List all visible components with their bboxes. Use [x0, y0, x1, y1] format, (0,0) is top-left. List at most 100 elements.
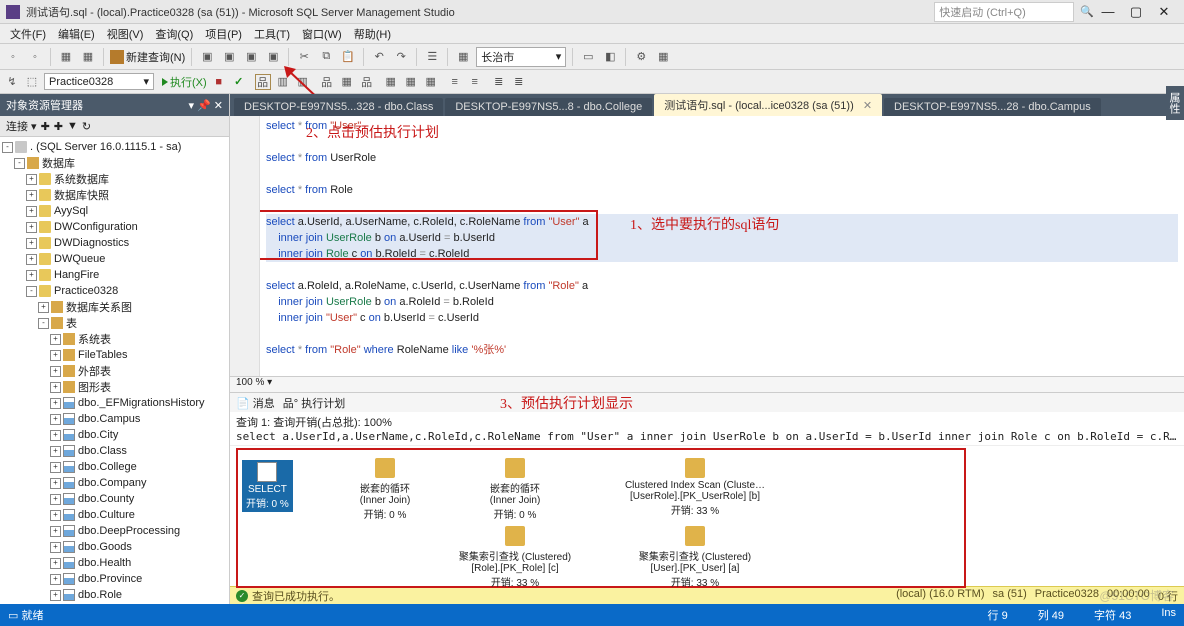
- tree-node[interactable]: +dbo.Slaughter: [0, 603, 229, 604]
- tree-node[interactable]: +dbo.Culture: [0, 507, 229, 523]
- tb-icon[interactable]: ▦: [57, 48, 75, 66]
- redo-icon[interactable]: ↷: [392, 48, 410, 66]
- stop-icon[interactable]: ■: [211, 74, 227, 90]
- tb-icon[interactable]: 品: [359, 74, 375, 90]
- tb-icon[interactable]: ▣: [242, 48, 260, 66]
- tree-node[interactable]: -. (SQL Server 16.0.1115.1 - sa): [0, 139, 229, 155]
- database-select[interactable]: Practice0328▾: [44, 73, 154, 90]
- estimated-plan-button[interactable]: 品: [255, 74, 271, 90]
- tree-node[interactable]: +DWConfiguration: [0, 219, 229, 235]
- document-tab[interactable]: 测试语句.sql - (local...ice0328 (sa (51)) ✕: [654, 94, 882, 116]
- tree-node[interactable]: +系统表: [0, 331, 229, 347]
- copy-icon[interactable]: ⧉: [317, 48, 335, 66]
- plan-node-seek1[interactable]: 聚集索引查找 (Clustered)[Role].[PK_Role] [c]开销…: [430, 526, 600, 589]
- minimize-button[interactable]: —: [1094, 4, 1122, 19]
- tb-icon[interactable]: ▼: [67, 120, 78, 132]
- tb-icon[interactable]: ▦: [423, 74, 439, 90]
- plan-tab[interactable]: 品° 执行计划: [283, 395, 345, 411]
- sql-editor[interactable]: select * from "User" select * from UserR…: [230, 116, 1184, 376]
- tb-icon[interactable]: ⬚: [24, 74, 40, 90]
- plan-node-loop2[interactable]: 嵌套的循环(Inner Join)开销: 0 %: [430, 458, 600, 521]
- paste-icon[interactable]: 📋: [339, 48, 357, 66]
- menu-project[interactable]: 项目(P): [199, 26, 248, 42]
- tb-icon[interactable]: ↻: [82, 120, 91, 133]
- tree-node[interactable]: +dbo.Class: [0, 443, 229, 459]
- tree-node[interactable]: +dbo.City: [0, 427, 229, 443]
- document-tab[interactable]: DESKTOP-E997NS5...28 - dbo.Campus: [884, 98, 1101, 116]
- connect-dropdown[interactable]: 连接 ▾: [6, 118, 37, 134]
- menu-file[interactable]: 文件(F): [4, 26, 52, 42]
- tree-node[interactable]: +FileTables: [0, 347, 229, 363]
- parse-icon[interactable]: ✓: [231, 74, 247, 90]
- zoom-bar[interactable]: 100 % ▾: [230, 376, 1184, 392]
- properties-tab[interactable]: 属性: [1166, 86, 1184, 120]
- tree-node[interactable]: +系统数据库: [0, 171, 229, 187]
- document-tab[interactable]: DESKTOP-E997NS5...8 - dbo.College: [445, 98, 652, 116]
- execute-button[interactable]: 执行(X): [162, 74, 207, 90]
- tb-icon[interactable]: ≣: [491, 74, 507, 90]
- document-tab[interactable]: DESKTOP-E997NS5...328 - dbo.Class: [234, 98, 443, 116]
- tree-node[interactable]: +DWDiagnostics: [0, 235, 229, 251]
- tb-icon[interactable]: ↯: [4, 74, 20, 90]
- tree-node[interactable]: +dbo.College: [0, 459, 229, 475]
- tree-node[interactable]: -数据库: [0, 155, 229, 171]
- tb-icon[interactable]: ≣: [511, 74, 527, 90]
- tb-icon[interactable]: ▣: [220, 48, 238, 66]
- tree-node[interactable]: +AyySql: [0, 203, 229, 219]
- undo-icon[interactable]: ↶: [370, 48, 388, 66]
- tb-icon[interactable]: ▣: [264, 48, 282, 66]
- menu-window[interactable]: 窗口(W): [296, 26, 348, 42]
- menu-help[interactable]: 帮助(H): [348, 26, 397, 42]
- tb-icon[interactable]: ▦: [339, 74, 355, 90]
- cut-icon[interactable]: ✂: [295, 48, 313, 66]
- tree-node[interactable]: +图形表: [0, 379, 229, 395]
- tree-node[interactable]: +dbo.Company: [0, 475, 229, 491]
- close-button[interactable]: ✕: [1150, 4, 1178, 20]
- tb-icon[interactable]: ☰: [423, 48, 441, 66]
- tb-icon[interactable]: ▦: [654, 48, 672, 66]
- execution-plan-pane[interactable]: SELECT开销: 0 % 嵌套的循环(Inner Join)开销: 0 % 嵌…: [230, 446, 1184, 586]
- tb-icon[interactable]: ▦: [403, 74, 419, 90]
- quick-launch-search-icon[interactable]: 🔍: [1080, 5, 1094, 18]
- close-tab-icon[interactable]: ✕: [863, 100, 872, 112]
- tb-icon[interactable]: ✚: [54, 120, 63, 133]
- tb-icon[interactable]: ✚: [41, 120, 50, 133]
- plan-select-node[interactable]: SELECT开销: 0 %: [242, 460, 293, 512]
- tree-node[interactable]: +dbo.DeepProcessing: [0, 523, 229, 539]
- messages-tab[interactable]: 📄 消息: [236, 395, 275, 411]
- tb-icon[interactable]: ≡: [467, 74, 483, 90]
- tree-node[interactable]: +HangFire: [0, 267, 229, 283]
- tb-icon[interactable]: ▦: [383, 74, 399, 90]
- plan-node-scan[interactable]: Clustered Index Scan (Cluste…[UserRole].…: [610, 458, 780, 517]
- new-query-button[interactable]: 新建查询(N): [110, 49, 185, 65]
- quick-launch-input[interactable]: 快速启动 (Ctrl+Q): [934, 2, 1074, 22]
- tree-node[interactable]: +dbo.Goods: [0, 539, 229, 555]
- tb-icon[interactable]: ⚙: [632, 48, 650, 66]
- tree-node[interactable]: +dbo.County: [0, 491, 229, 507]
- tree-node[interactable]: +数据库快照: [0, 187, 229, 203]
- pin-icon[interactable]: ▾ 📌 ✕: [188, 99, 223, 112]
- tb-icon[interactable]: ▭: [579, 48, 597, 66]
- tree-node[interactable]: +dbo._EFMigrationsHistory: [0, 395, 229, 411]
- tree-node[interactable]: +外部表: [0, 363, 229, 379]
- tree-node[interactable]: +DWQueue: [0, 251, 229, 267]
- tb-icon[interactable]: ≡: [447, 74, 463, 90]
- maximize-button[interactable]: ▢: [1122, 4, 1150, 20]
- tree-node[interactable]: +数据库关系图: [0, 299, 229, 315]
- tb-icon[interactable]: ◧: [601, 48, 619, 66]
- nav-back-icon[interactable]: ◦: [4, 48, 22, 66]
- tb-icon[interactable]: ▣: [198, 48, 216, 66]
- explorer-tree[interactable]: -. (SQL Server 16.0.1115.1 - sa)-数据库+系统数…: [0, 137, 229, 604]
- code-area[interactable]: select * from "User" select * from UserR…: [260, 116, 1184, 376]
- tree-node[interactable]: +dbo.Campus: [0, 411, 229, 427]
- city-select[interactable]: 长治市▾: [476, 47, 566, 67]
- tb-icon[interactable]: ▦: [79, 48, 97, 66]
- tree-node[interactable]: +dbo.Health: [0, 555, 229, 571]
- tree-node[interactable]: -表: [0, 315, 229, 331]
- nav-fwd-icon[interactable]: ◦: [26, 48, 44, 66]
- menu-tools[interactable]: 工具(T): [248, 26, 296, 42]
- menu-query[interactable]: 查询(Q): [149, 26, 199, 42]
- tree-node[interactable]: -Practice0328: [0, 283, 229, 299]
- menu-edit[interactable]: 编辑(E): [52, 26, 101, 42]
- menu-view[interactable]: 视图(V): [101, 26, 150, 42]
